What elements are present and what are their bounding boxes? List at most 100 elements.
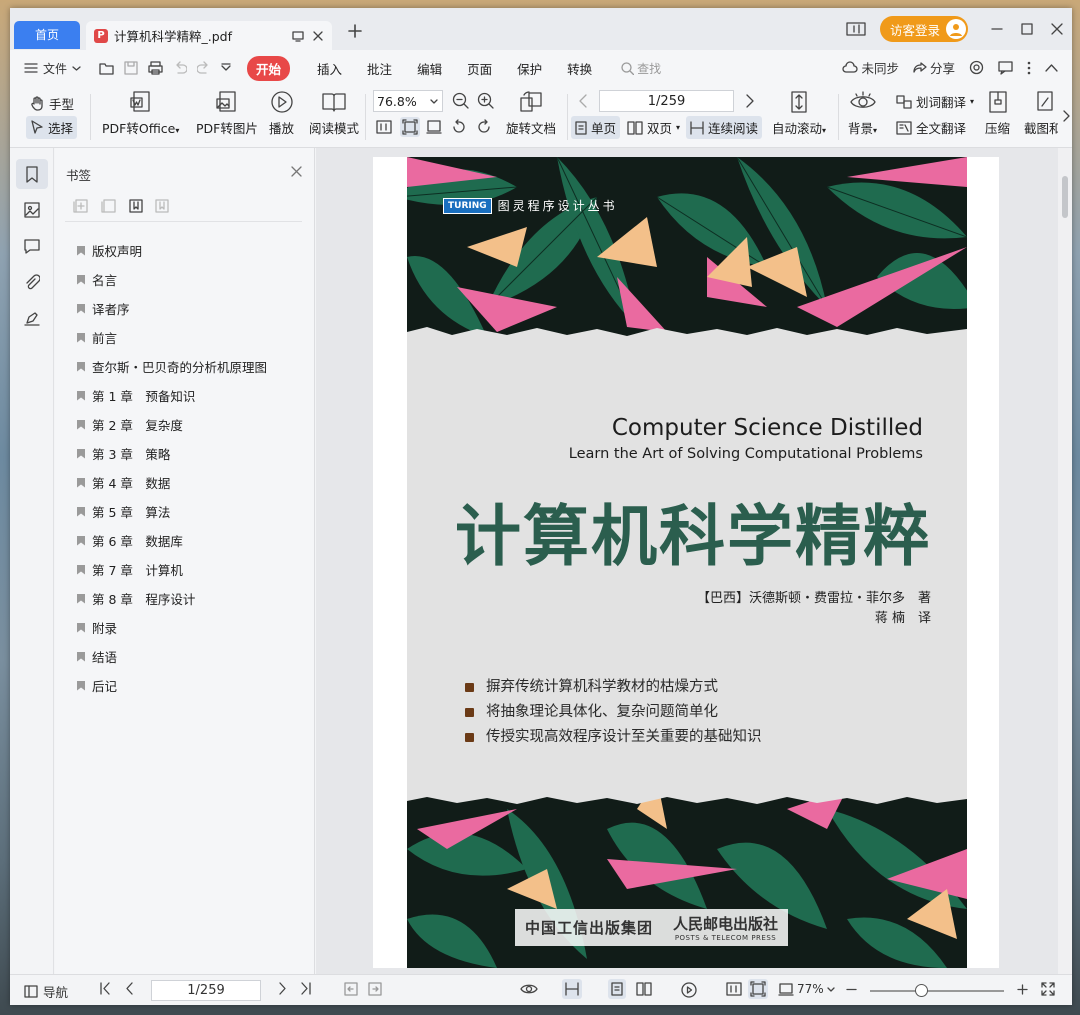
zoom-slider-track[interactable]	[870, 990, 1004, 992]
bookmark-flag-icon[interactable]	[129, 199, 143, 213]
pdf-to-office-button[interactable]: PDF转Office▾	[102, 90, 179, 137]
close-tab-icon[interactable]	[312, 30, 324, 42]
scrollbar-thumb[interactable]	[1062, 176, 1068, 218]
compress-button[interactable]: 压缩	[985, 90, 1010, 137]
bookmark-panel-icon[interactable]	[16, 159, 48, 189]
zoom-in-icon[interactable]	[477, 92, 495, 110]
bookmark-item[interactable]: 第 7 章 计算机	[77, 555, 314, 584]
attachment-icon[interactable]	[16, 267, 48, 297]
bookmark-item[interactable]: 第 8 章 程序设计	[77, 584, 314, 613]
menu-convert[interactable]: 转换	[567, 59, 592, 78]
actual-size-status-icon[interactable]	[726, 982, 742, 996]
share-button[interactable]: 分享	[913, 58, 955, 77]
full-translate-button[interactable]: 全文翻译	[896, 118, 966, 137]
more-icon[interactable]	[1027, 61, 1031, 75]
menu-edit[interactable]: 编辑	[417, 59, 442, 78]
settings-icon[interactable]	[969, 60, 984, 75]
tab-home[interactable]: 首页	[14, 21, 80, 49]
last-page-icon[interactable]	[300, 982, 312, 995]
maximize-icon[interactable]	[1012, 23, 1042, 35]
bookmark-item[interactable]: 后记	[77, 671, 314, 700]
navigation-toggle[interactable]: 导航	[24, 982, 68, 1001]
status-page-field[interactable]: 1/259	[151, 980, 261, 1001]
bookmark-item[interactable]: 查尔斯・巴贝奇的分析机原理图	[77, 352, 314, 381]
play-status-icon[interactable]	[681, 982, 697, 998]
eye-protection-icon[interactable]	[520, 982, 538, 996]
select-tool-button[interactable]: 选择	[26, 116, 78, 139]
page-count-icon[interactable]	[846, 21, 866, 37]
comment-panel-icon[interactable]	[16, 231, 48, 261]
open-icon[interactable]	[99, 61, 114, 75]
back-icon[interactable]	[344, 982, 358, 996]
word-translate-button[interactable]: 划词翻译 ▾	[896, 92, 974, 111]
rotate-right-icon[interactable]	[476, 119, 492, 135]
print-icon[interactable]	[148, 61, 163, 75]
close-window-icon[interactable]	[1042, 23, 1072, 35]
rotate-left-icon[interactable]	[451, 119, 467, 135]
remove-bookmark-icon[interactable]	[155, 199, 169, 213]
bookmark-item[interactable]: 译者序	[77, 294, 314, 323]
redo-icon[interactable]	[197, 61, 211, 75]
auto-scroll-button[interactable]: 自动滚动▾	[772, 90, 826, 137]
prev-page-icon[interactable]	[578, 94, 588, 108]
sync-button[interactable]: 未同步	[842, 58, 899, 77]
new-tab-button[interactable]	[348, 24, 362, 38]
collapse-ribbon-icon[interactable]	[1045, 63, 1058, 73]
bookmark-item[interactable]: 结语	[77, 642, 314, 671]
signature-icon[interactable]	[16, 303, 48, 333]
zoom-status-select[interactable]: 77%	[778, 982, 835, 996]
zoom-out-icon[interactable]	[452, 92, 470, 110]
next-page-icon[interactable]	[745, 94, 755, 108]
bookmark-item[interactable]: 附录	[77, 613, 314, 642]
feedback-icon[interactable]	[998, 60, 1013, 75]
zoom-select[interactable]: 76.8%	[373, 90, 443, 112]
guest-login-button[interactable]: 访客登录	[879, 16, 968, 42]
prev-page-status-icon[interactable]	[124, 982, 134, 995]
pdf-to-image-button[interactable]: PDF转图片	[196, 90, 258, 137]
zoom-out-status-icon[interactable]	[846, 984, 857, 995]
add-bookmark-icon[interactable]	[73, 199, 89, 213]
bookmark-item[interactable]: 前言	[77, 323, 314, 352]
undo-icon[interactable]	[173, 61, 188, 75]
close-panel-icon[interactable]	[291, 166, 302, 177]
fit-page-icon[interactable]	[400, 117, 420, 137]
tab-document[interactable]: P 计算机科学精粹_.pdf	[86, 21, 332, 50]
search-box[interactable]: 查找	[621, 60, 661, 77]
menu-comment[interactable]: 批注	[367, 59, 392, 78]
play-button[interactable]: 播放	[269, 90, 294, 137]
bookmark-item[interactable]: 第 2 章 复杂度	[77, 410, 314, 439]
page-number-field[interactable]: 1/259	[599, 90, 734, 112]
minimize-icon[interactable]	[982, 23, 1012, 35]
double-page-button[interactable]: 双页 ▾	[627, 118, 680, 137]
bookmark-item[interactable]: 第 4 章 数据	[77, 468, 314, 497]
zoom-slider-handle[interactable]	[915, 984, 928, 997]
menu-page[interactable]: 页面	[467, 59, 492, 78]
fit-page-status-icon[interactable]	[748, 979, 768, 999]
quick-access-dropdown-icon[interactable]	[221, 63, 231, 73]
bookmark-item[interactable]: 第 5 章 算法	[77, 497, 314, 526]
bookmark-item[interactable]: 第 1 章 预备知识	[77, 381, 314, 410]
continuous-read-button[interactable]: 连续阅读	[686, 116, 763, 139]
bookmark-item[interactable]: 名言	[77, 265, 314, 294]
single-page-status-icon[interactable]	[608, 979, 626, 999]
menu-insert[interactable]: 插入	[317, 59, 342, 78]
background-button[interactable]: 背景▾	[848, 90, 877, 137]
menu-protect[interactable]: 保护	[517, 59, 542, 78]
document-view[interactable]: TURING 图灵程序设计丛书 Computer Science Distill…	[316, 148, 1072, 974]
fit-width-icon[interactable]	[426, 119, 442, 135]
single-page-button[interactable]: 单页	[571, 116, 621, 139]
continuous-status-icon[interactable]	[562, 979, 582, 999]
read-mode-button[interactable]: 阅读模式	[309, 90, 359, 137]
vertical-scrollbar[interactable]	[1058, 148, 1072, 974]
ribbon-scroll-right-icon[interactable]	[1063, 110, 1070, 122]
double-page-status-icon[interactable]	[636, 982, 652, 996]
actual-size-icon[interactable]	[376, 120, 392, 134]
thumbnail-icon[interactable]	[16, 195, 48, 225]
bookmark-item[interactable]: 第 6 章 数据库	[77, 526, 314, 555]
add-child-bookmark-icon[interactable]	[101, 199, 117, 213]
hand-tool-button[interactable]: 手型	[30, 94, 74, 113]
rotate-document-button[interactable]: 旋转文档	[506, 90, 556, 137]
bookmark-item[interactable]: 版权声明	[77, 236, 314, 265]
menu-start[interactable]: 开始	[247, 55, 291, 81]
bookmark-item[interactable]: 第 3 章 策略	[77, 439, 314, 468]
